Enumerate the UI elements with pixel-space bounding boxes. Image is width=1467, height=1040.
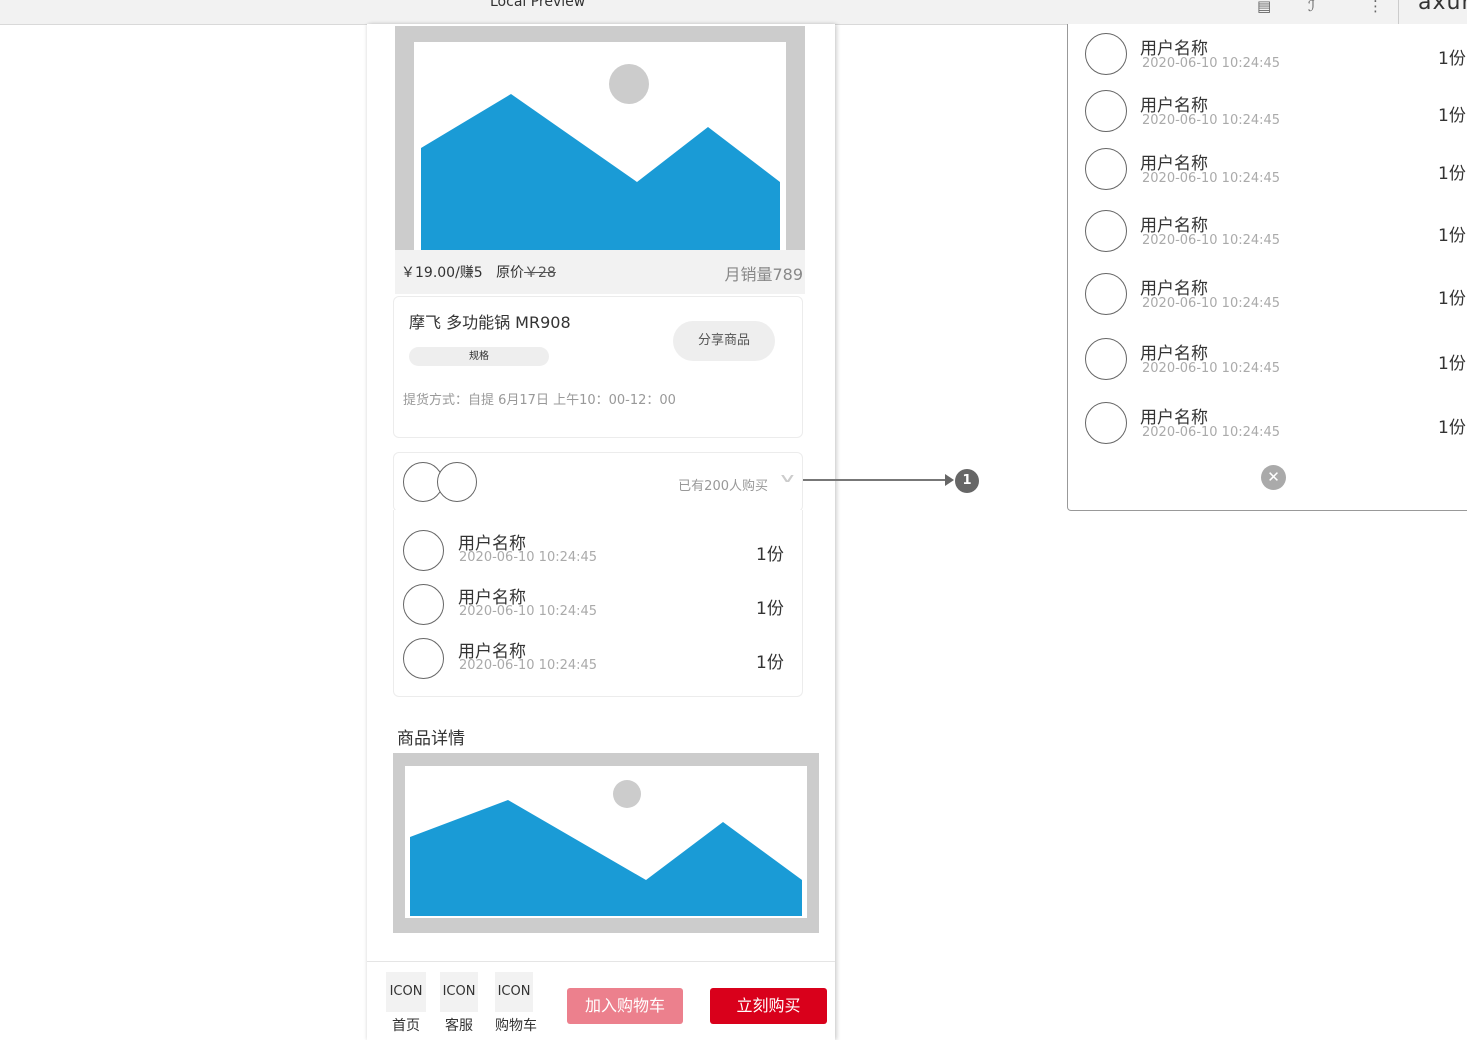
purchase-qty: 1份 [756, 653, 784, 673]
nav-home[interactable]: ICON 首页 [386, 972, 426, 1035]
purchase-time: 2020-06-10 10:24:45 [1142, 425, 1281, 440]
product-name: 摩飞 多功能锅 MR908 [409, 313, 571, 332]
purchase-time: 2020-06-10 10:24:45 [459, 550, 598, 565]
toolbar-divider [1398, 0, 1399, 24]
spec-tag[interactable]: 规格 [409, 347, 549, 366]
purchase-qty: 1份 [1438, 106, 1466, 126]
purchase-qty: 1份 [756, 599, 784, 619]
window-title: Local Preview [490, 0, 586, 10]
original-price: ￥28 [524, 265, 556, 281]
purchase-qty: 1份 [1438, 354, 1466, 374]
share-button[interactable]: 分享商品 [673, 321, 775, 361]
list-item: 用户名称 2020-06-10 10:24:45 1份 [1068, 148, 1467, 194]
purchase-qty: 1份 [1438, 49, 1466, 69]
add-to-cart-button[interactable]: 加入购物车 [567, 988, 683, 1024]
more-icon[interactable]: ⋮ [1368, 0, 1383, 15]
document-icon[interactable]: ▤ [1257, 0, 1271, 15]
text-icon[interactable]: ℐ [1308, 0, 1315, 15]
avatar [403, 530, 444, 571]
avatar [1085, 402, 1127, 444]
price-bar: ￥19.00/赚5 原价￥28 月销量789 [395, 250, 805, 294]
bottom-action-bar: ICON 首页 ICON 客服 ICON 购物车 加入购物车 立刻购买 [367, 961, 835, 1040]
purchase-qty: 1份 [1438, 289, 1466, 309]
purchase-time: 2020-06-10 10:24:45 [1142, 233, 1281, 248]
nav-service-label: 客服 [445, 1018, 473, 1034]
list-item: 用户名称 2020-06-10 10:24:45 1份 [1068, 210, 1467, 256]
home-icon[interactable]: ICON [386, 972, 426, 1012]
purchase-qty: 1份 [1438, 164, 1466, 184]
cart-icon[interactable]: ICON [495, 972, 533, 1012]
list-item: 用户名称 2020-06-10 10:24:45 1份 [1068, 273, 1467, 319]
nav-home-label: 首页 [392, 1018, 420, 1034]
image-placeholder-icon [410, 780, 802, 916]
detail-image [393, 753, 819, 933]
buy-now-button[interactable]: 立刻购买 [710, 988, 827, 1024]
purchase-time: 2020-06-10 10:24:45 [459, 658, 598, 673]
pickup-info: 提货方式：自提 6月17日 上午10：00-12：00 [403, 393, 676, 408]
list-item: 用户名称 2020-06-10 10:24:45 1份 [1068, 90, 1467, 136]
list-item: 用户名称 2020-06-10 10:24:45 1份 [1068, 33, 1467, 79]
purchase-time: 2020-06-10 10:24:45 [1142, 113, 1281, 128]
original-price-label: 原价 [496, 265, 525, 281]
product-image [395, 26, 805, 250]
buyers-popup: 用户名称 2020-06-10 10:24:45 1份 用户名称 2020-06… [1067, 24, 1467, 511]
purchase-time: 2020-06-10 10:24:45 [1142, 171, 1281, 186]
nav-cart[interactable]: ICON 购物车 [495, 972, 537, 1035]
details-title: 商品详情 [397, 729, 465, 749]
list-item: 用户名称 2020-06-10 10:24:45 1份 [1068, 338, 1467, 384]
purchase-qty: 1份 [1438, 226, 1466, 246]
buyers-summary[interactable]: 已有200人购买 ∨ [393, 452, 803, 512]
list-item: 用户名称 2020-06-10 10:24:45 1份 [394, 530, 802, 576]
avatar [1085, 210, 1127, 252]
phone-preview: ￥19.00/赚5 原价￥28 月销量789 摩飞 多功能锅 MR908 规格 … [367, 24, 835, 1040]
avatar [1085, 148, 1127, 190]
service-icon[interactable]: ICON [440, 972, 478, 1012]
purchase-time: 2020-06-10 10:24:45 [1142, 296, 1281, 311]
monthly-sales: 月销量789 [724, 265, 803, 284]
annotation-connector [803, 479, 951, 481]
avatar [1085, 338, 1127, 380]
chevron-down-icon[interactable]: ∨ [778, 471, 797, 485]
buyers-count: 已有200人购买 [678, 479, 768, 494]
arrow-icon [945, 474, 954, 486]
list-item: 用户名称 2020-06-10 10:24:45 1份 [394, 584, 802, 630]
buyers-list: 用户名称 2020-06-10 10:24:45 1份 用户名称 2020-06… [393, 510, 803, 697]
list-item: 用户名称 2020-06-10 10:24:45 1份 [1068, 402, 1467, 448]
annotation-marker[interactable]: 1 [955, 469, 979, 493]
purchase-time: 2020-06-10 10:24:45 [1142, 361, 1281, 376]
current-price: ￥19.00/赚5 [401, 265, 483, 281]
avatar [403, 584, 444, 625]
close-icon[interactable]: ✕ [1261, 465, 1286, 490]
avatar [1085, 33, 1127, 75]
purchase-time: 2020-06-10 10:24:45 [1142, 56, 1281, 71]
avatar [437, 462, 477, 502]
brand-logo: axur [1418, 0, 1467, 15]
avatar [403, 638, 444, 679]
image-placeholder-icon [421, 64, 780, 250]
product-info-card: 摩飞 多功能锅 MR908 规格 分享商品 提货方式：自提 6月17日 上午10… [393, 296, 803, 438]
purchase-qty: 1份 [1438, 418, 1466, 438]
avatar [1085, 90, 1127, 132]
purchase-time: 2020-06-10 10:24:45 [459, 604, 598, 619]
list-item: 用户名称 2020-06-10 10:24:45 1份 [394, 638, 802, 684]
nav-service[interactable]: ICON 客服 [440, 972, 478, 1035]
avatar [1085, 273, 1127, 315]
purchase-qty: 1份 [756, 545, 784, 565]
nav-cart-label: 购物车 [495, 1018, 537, 1034]
preview-toolbar: Local Preview ▤ ℐ ⋮ axur [0, 0, 1467, 25]
price-text: ￥19.00/赚5 原价￥28 [401, 262, 556, 282]
